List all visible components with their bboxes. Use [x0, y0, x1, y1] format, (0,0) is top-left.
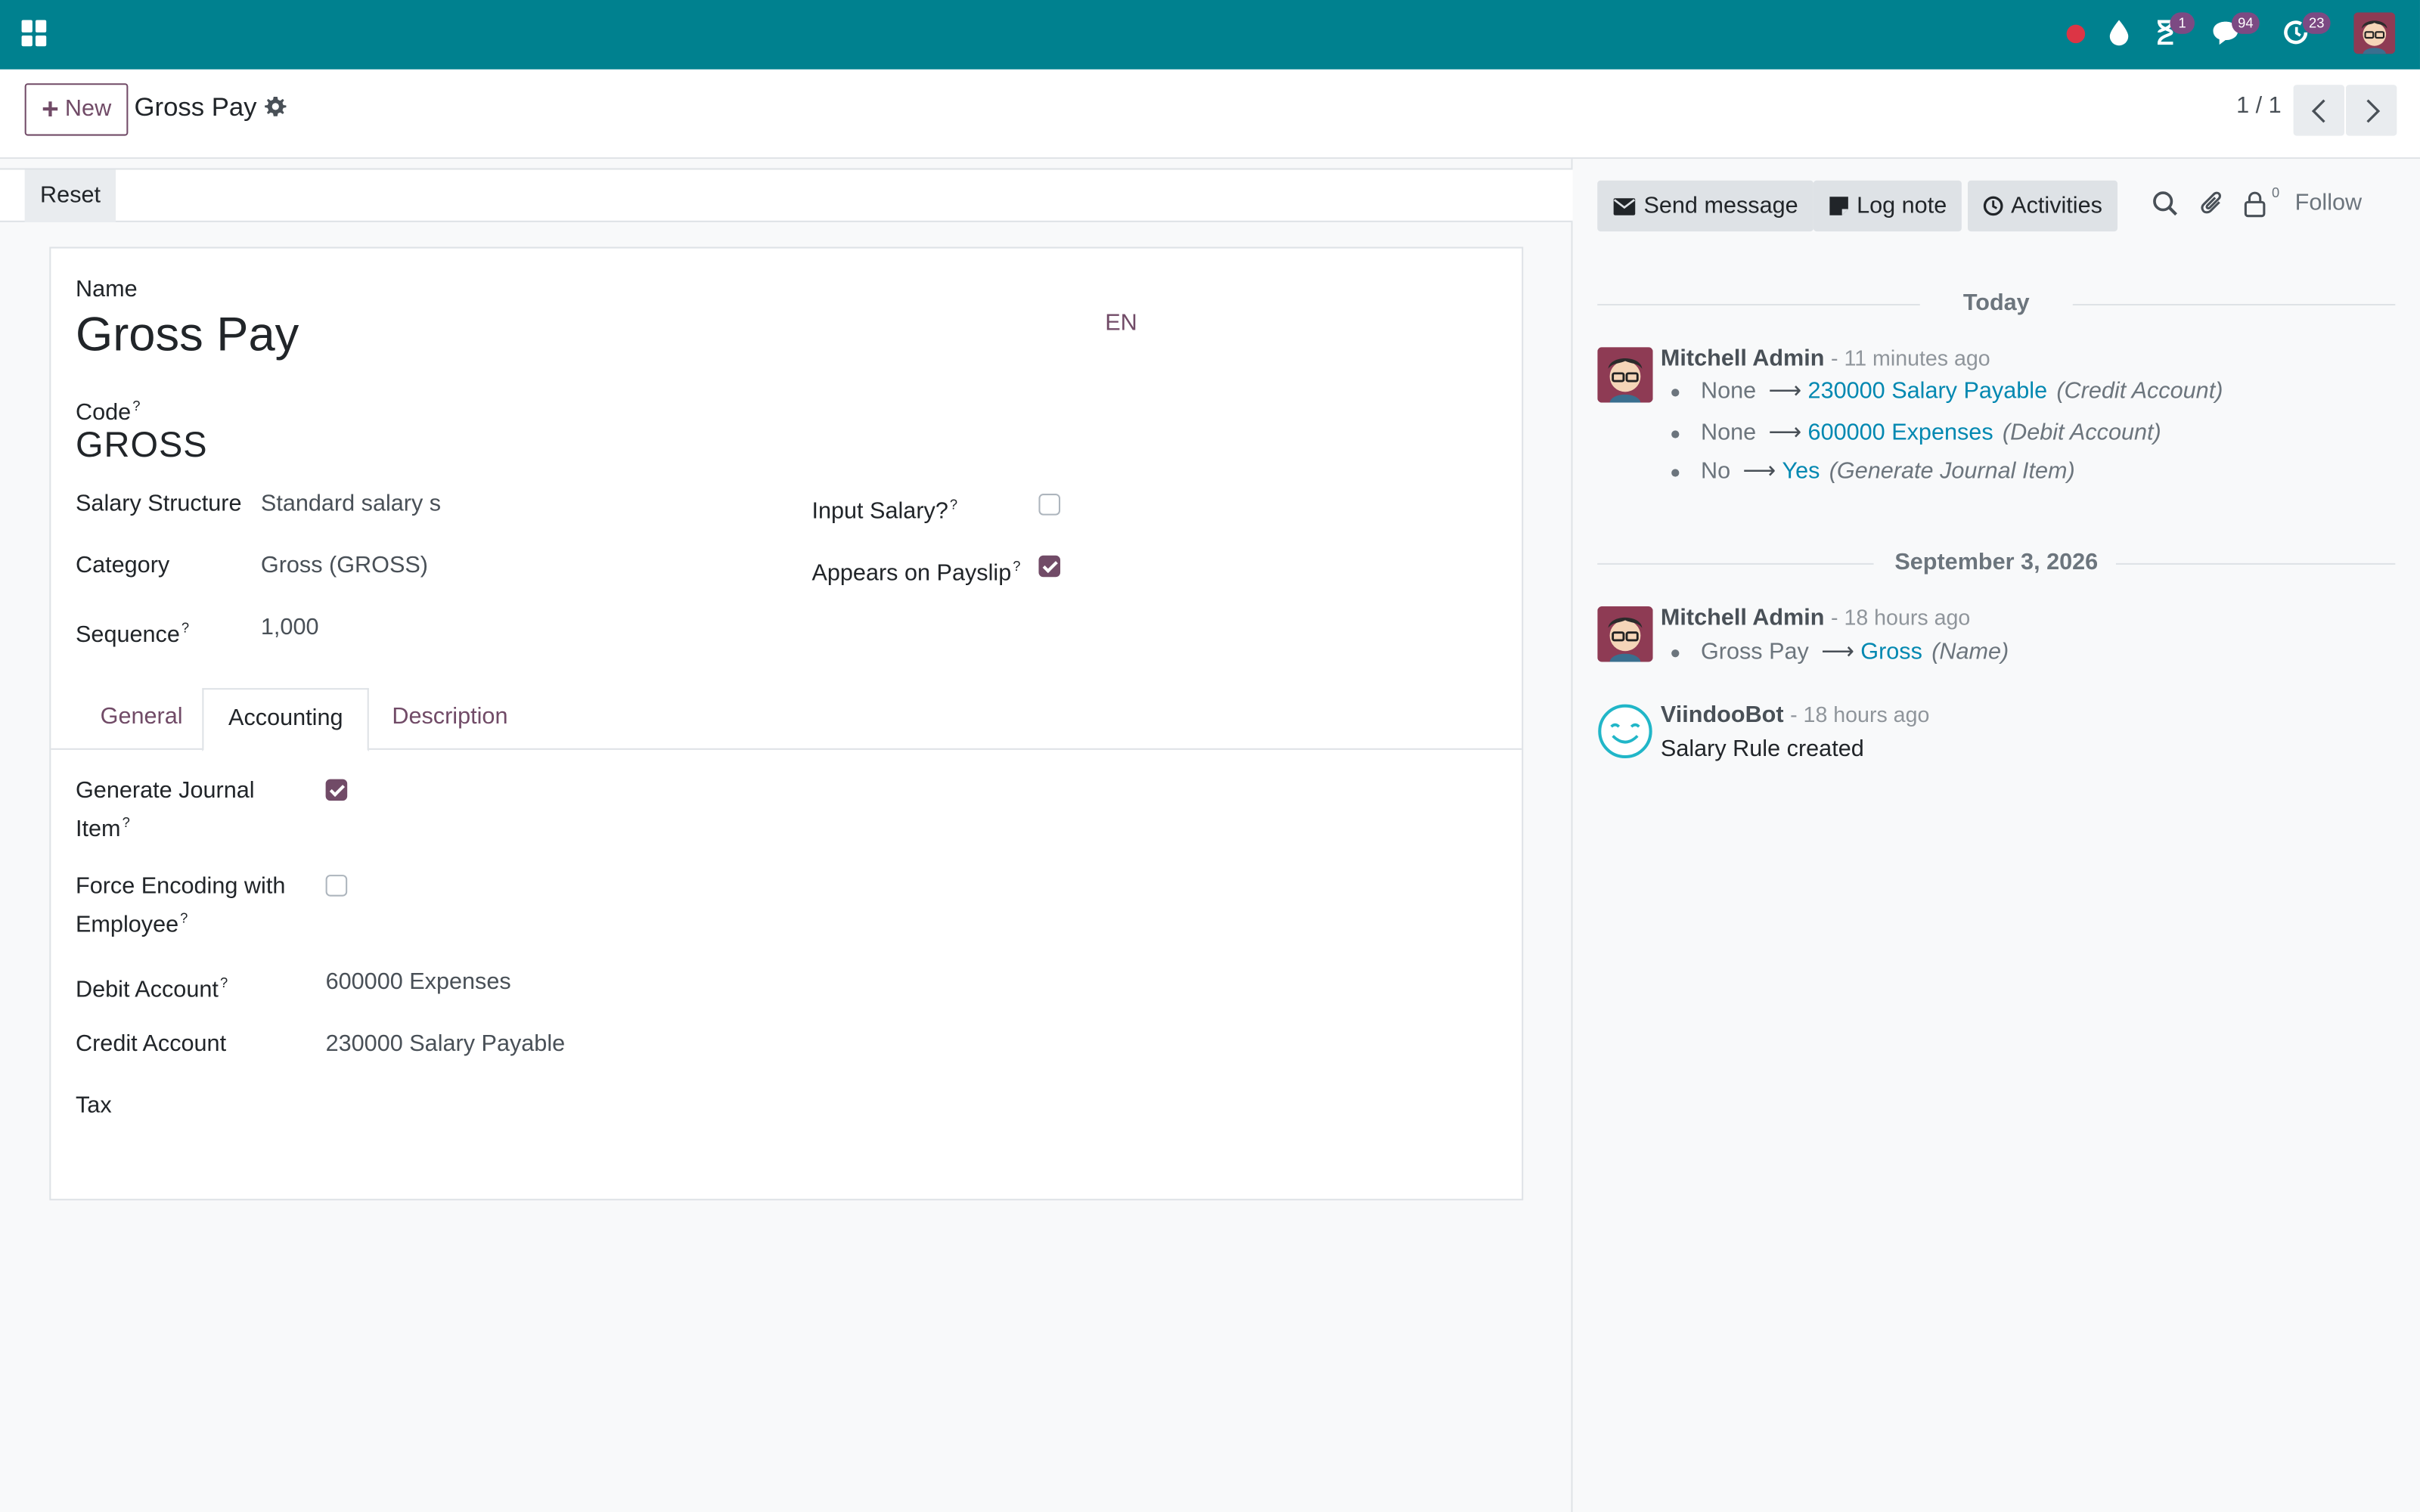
- refresh-clock-icon[interactable]: 23: [2281, 12, 2331, 51]
- appears-on-payslip-label: Appears on Payslip?: [811, 558, 1021, 587]
- debit-account-label: Debit Account?: [75, 974, 228, 1003]
- plus-icon: +: [42, 93, 59, 126]
- pager-previous-button[interactable]: [2293, 85, 2344, 136]
- message-timestamp: - 18 hours ago: [1830, 604, 1971, 630]
- apps-grid-icon[interactable]: [21, 20, 48, 47]
- tracking-value: None ⟶ 230000 Salary Payable (Credit Accoun…: [1671, 376, 2223, 407]
- message-body: Salary Rule created: [1660, 736, 1864, 763]
- recording-dot-icon[interactable]: [2066, 24, 2086, 44]
- generate-journal-item-checkbox[interactable]: [325, 779, 348, 801]
- salary-structure-label: Salary Structure: [75, 490, 242, 517]
- tax-label: Tax: [75, 1092, 112, 1119]
- force-encoding-label: Force Encoding with Employee?: [75, 873, 286, 938]
- help-tooltip-icon[interactable]: ?: [950, 497, 957, 512]
- user-avatar[interactable]: [2353, 12, 2396, 54]
- bot-avatar[interactable]: [1597, 704, 1652, 759]
- name-field[interactable]: Gross Pay: [76, 307, 299, 362]
- search-icon[interactable]: [2152, 190, 2180, 218]
- chevron-right-icon: [2366, 98, 2380, 122]
- pager-next-button[interactable]: [2346, 85, 2397, 136]
- paperclip-icon[interactable]: [2199, 190, 2227, 218]
- code-field[interactable]: GROSS: [76, 423, 208, 466]
- input-salary-checkbox[interactable]: [1038, 494, 1061, 516]
- updates-count-badge: 23: [2302, 12, 2331, 34]
- arrow-right-icon: ⟶: [1821, 638, 1855, 665]
- chevron-left-icon: [2310, 98, 2325, 122]
- control-panel: + New Gross Pay 1 / 1: [0, 69, 2420, 160]
- send-message-button[interactable]: Send message: [1597, 180, 1814, 232]
- help-tooltip-icon[interactable]: ?: [220, 975, 228, 990]
- droplet-icon[interactable]: [2105, 17, 2139, 51]
- message-timestamp: - 11 minutes ago: [1830, 345, 1990, 370]
- message-timestamp: - 18 hours ago: [1790, 702, 1930, 727]
- tab-description[interactable]: Description: [368, 688, 532, 750]
- help-tooltip-icon[interactable]: ?: [123, 815, 130, 830]
- help-tooltip-icon[interactable]: ?: [180, 910, 188, 925]
- form-view: Reset Name Gross Pay EN Code? GROSS Sala…: [0, 159, 1573, 1512]
- author-avatar[interactable]: [1597, 606, 1653, 662]
- form-sheet: Name Gross Pay EN Code? GROSS Salary Str…: [49, 246, 1524, 1201]
- notebook-tabs: General Accounting Description: [51, 688, 1522, 751]
- arrow-right-icon: ⟶: [1768, 377, 1802, 404]
- reset-button[interactable]: Reset: [24, 169, 116, 222]
- help-tooltip-icon[interactable]: ?: [1013, 559, 1020, 574]
- tab-accounting[interactable]: Accounting: [202, 688, 370, 751]
- debit-account-field[interactable]: 600000 Expenses: [326, 968, 511, 999]
- message-author[interactable]: Mitchell Admin - 18 hours ago: [1661, 602, 1970, 634]
- tracking-value: No ⟶ Yes (Generate Journal Item): [1671, 457, 2075, 488]
- follower-count: 0: [2272, 184, 2280, 201]
- message-author[interactable]: ViindooBot - 18 hours ago: [1661, 699, 1929, 731]
- force-encoding-checkbox[interactable]: [325, 875, 348, 897]
- top-navbar: 1 94 23: [0, 0, 2420, 70]
- activities-button[interactable]: Activities: [1968, 180, 2118, 232]
- date-separator: Today: [1597, 289, 2396, 320]
- sequence-field[interactable]: 1,000: [261, 612, 319, 643]
- credit-account-field[interactable]: 230000 Salary Payable: [326, 1029, 566, 1060]
- note-icon: [1829, 197, 1848, 215]
- log-note-label: Log note: [1857, 193, 1947, 219]
- date-separator: September 3, 2026: [1597, 547, 2396, 578]
- messages-count-badge: 94: [2231, 12, 2260, 34]
- status-bar: Reset: [0, 168, 1573, 222]
- follow-button[interactable]: Follow: [2295, 190, 2362, 216]
- help-tooltip-icon[interactable]: ?: [182, 620, 189, 635]
- generate-journal-item-label: Generate Journal Item?: [75, 777, 255, 843]
- send-message-label: Send message: [1643, 193, 1798, 219]
- category-field[interactable]: Gross (GROSS): [261, 551, 428, 582]
- tax-field[interactable]: [326, 1091, 789, 1122]
- hourglass-icon[interactable]: 1: [2152, 12, 2195, 51]
- message-author[interactable]: Mitchell Admin - 11 minutes ago: [1661, 342, 1990, 375]
- chat-icon[interactable]: 94: [2210, 12, 2260, 51]
- followers-lock-icon[interactable]: [2242, 190, 2270, 218]
- new-button[interactable]: + New: [24, 83, 129, 136]
- tracking-value: Gross Pay ⟶ Gross (Name): [1671, 637, 2009, 668]
- chatter: Send message Log note Activities 0 Follo…: [1572, 159, 2420, 1512]
- sequence-label: Sequence?: [75, 620, 190, 649]
- appears-on-payslip-checkbox[interactable]: [1038, 555, 1061, 578]
- activities-label: Activities: [2011, 193, 2102, 219]
- gear-icon[interactable]: [264, 96, 287, 119]
- help-tooltip-icon[interactable]: ?: [132, 398, 140, 414]
- name-label: Name: [75, 276, 138, 302]
- log-note-button[interactable]: Log note: [1813, 180, 1962, 232]
- pager-value[interactable]: 1 / 1: [2236, 91, 2282, 122]
- category-label: Category: [75, 552, 170, 579]
- tab-general[interactable]: General: [76, 688, 207, 750]
- breadcrumb-record-title: Gross Pay: [134, 92, 257, 122]
- clock-icon: [1983, 196, 2003, 216]
- envelope-icon: [1613, 197, 1636, 215]
- input-salary-label: Input Salary??: [811, 497, 958, 525]
- new-button-label: New: [64, 95, 112, 122]
- salary-structure-field[interactable]: Standard salary s: [261, 489, 443, 520]
- tracking-value: None ⟶ 600000 Expenses (Debit Account): [1671, 418, 2161, 449]
- author-avatar[interactable]: [1597, 347, 1653, 403]
- language-button[interactable]: EN: [1105, 310, 1137, 336]
- arrow-right-icon: ⟶: [1742, 458, 1776, 485]
- arrow-right-icon: ⟶: [1768, 420, 1802, 446]
- activities-count-badge: 1: [2170, 12, 2195, 34]
- credit-account-label: Credit Account: [75, 1030, 227, 1057]
